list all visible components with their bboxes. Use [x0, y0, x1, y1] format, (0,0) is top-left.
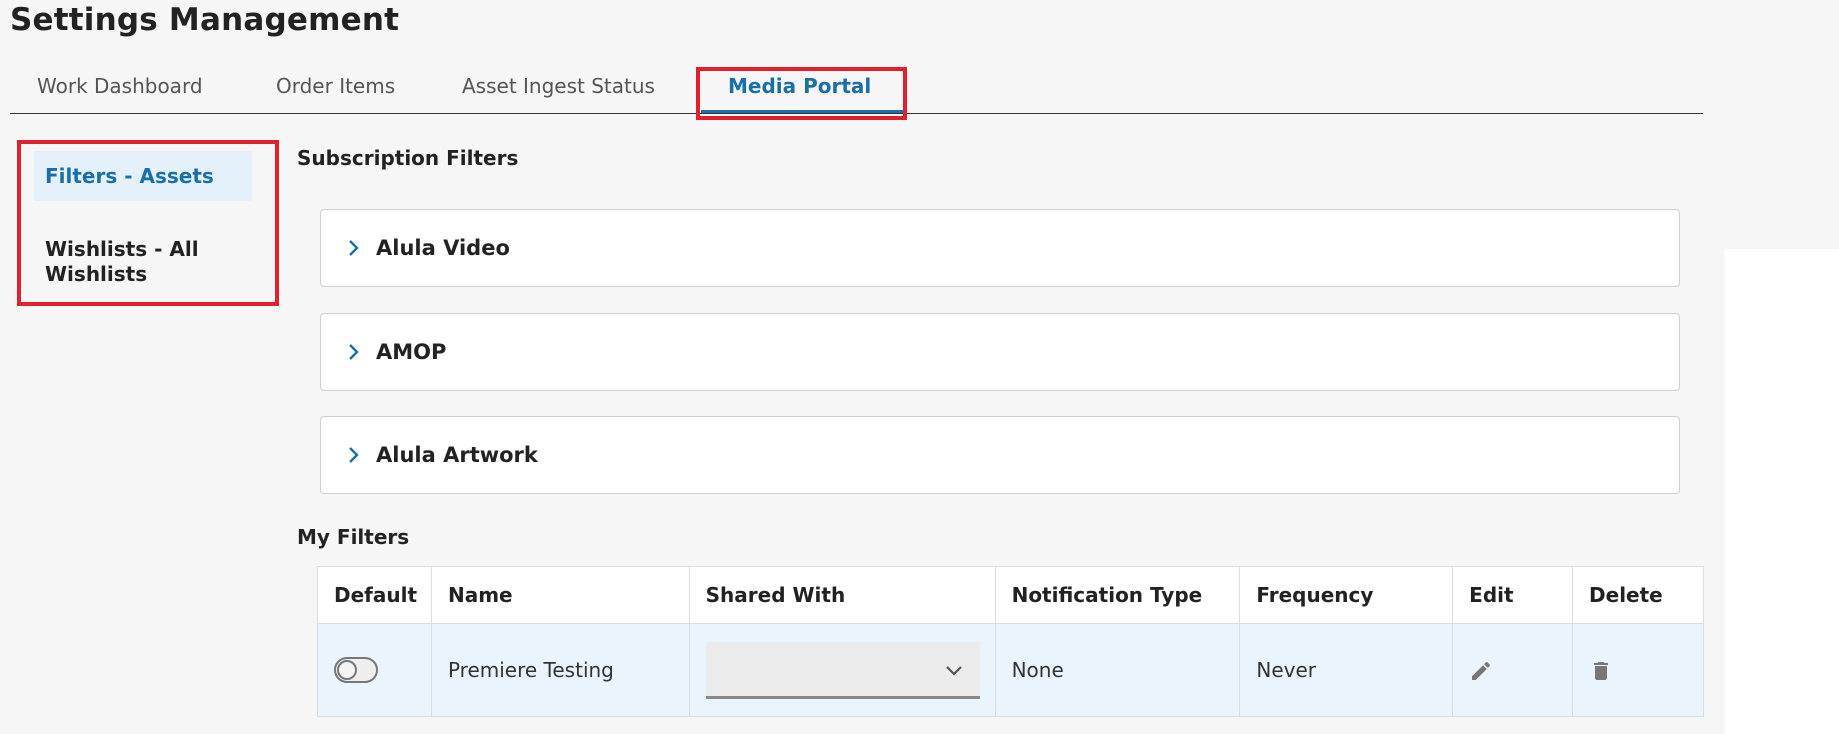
page-background-corner	[1725, 0, 1839, 249]
accordion-label: Alula Artwork	[376, 443, 538, 467]
default-cell	[317, 623, 432, 717]
shared-with-cell	[688, 623, 996, 717]
default-toggle[interactable]	[334, 657, 378, 684]
column-header-shared-with: Shared With	[688, 566, 996, 624]
trash-icon[interactable]	[1589, 659, 1613, 683]
settings-page: Settings Management Work Dashboard Order…	[0, 0, 1839, 734]
highlight-box-media-portal-tab	[696, 67, 907, 120]
chevron-down-icon	[945, 665, 962, 676]
name-cell: Premiere Testing	[430, 623, 690, 717]
accordion-label: AMOP	[376, 340, 447, 364]
table-header-row: Default Name Shared With Notification Ty…	[317, 566, 1704, 624]
tab-asset-ingest-status[interactable]: Asset Ingest Status	[462, 74, 655, 98]
subscription-filters-heading: Subscription Filters	[297, 146, 519, 170]
shared-with-select[interactable]	[705, 641, 980, 699]
chevron-right-icon	[349, 240, 359, 256]
notification-type-cell: None	[994, 623, 1241, 717]
pencil-icon[interactable]	[1469, 659, 1493, 683]
column-header-delete: Delete	[1572, 566, 1704, 624]
toggle-knob	[337, 660, 357, 681]
tab-order-items[interactable]: Order Items	[276, 74, 395, 98]
frequency-cell: Never	[1239, 623, 1454, 717]
my-filters-table: Default Name Shared With Notification Ty…	[317, 566, 1704, 717]
my-filters-heading: My Filters	[297, 525, 410, 549]
accordion-alula-artwork[interactable]: Alula Artwork	[320, 416, 1680, 494]
chevron-right-icon	[349, 344, 359, 360]
chevron-right-icon	[349, 447, 359, 463]
page-title: Settings Management	[10, 2, 400, 38]
tab-work-dashboard[interactable]: Work Dashboard	[37, 74, 203, 98]
column-header-frequency: Frequency	[1239, 566, 1454, 624]
accordion-label: Alula Video	[376, 236, 510, 260]
column-header-edit: Edit	[1452, 566, 1574, 624]
column-header-default: Default	[317, 566, 432, 624]
edit-cell	[1452, 623, 1574, 717]
table-row: Premiere Testing None Never	[317, 623, 1704, 717]
accordion-amop[interactable]: AMOP	[320, 313, 1680, 391]
accordion-alula-video[interactable]: Alula Video	[320, 209, 1680, 287]
column-header-name: Name	[430, 566, 690, 624]
column-header-notification-type: Notification Type	[994, 566, 1241, 624]
highlight-box-sidebar	[17, 140, 279, 306]
delete-cell	[1572, 623, 1704, 717]
